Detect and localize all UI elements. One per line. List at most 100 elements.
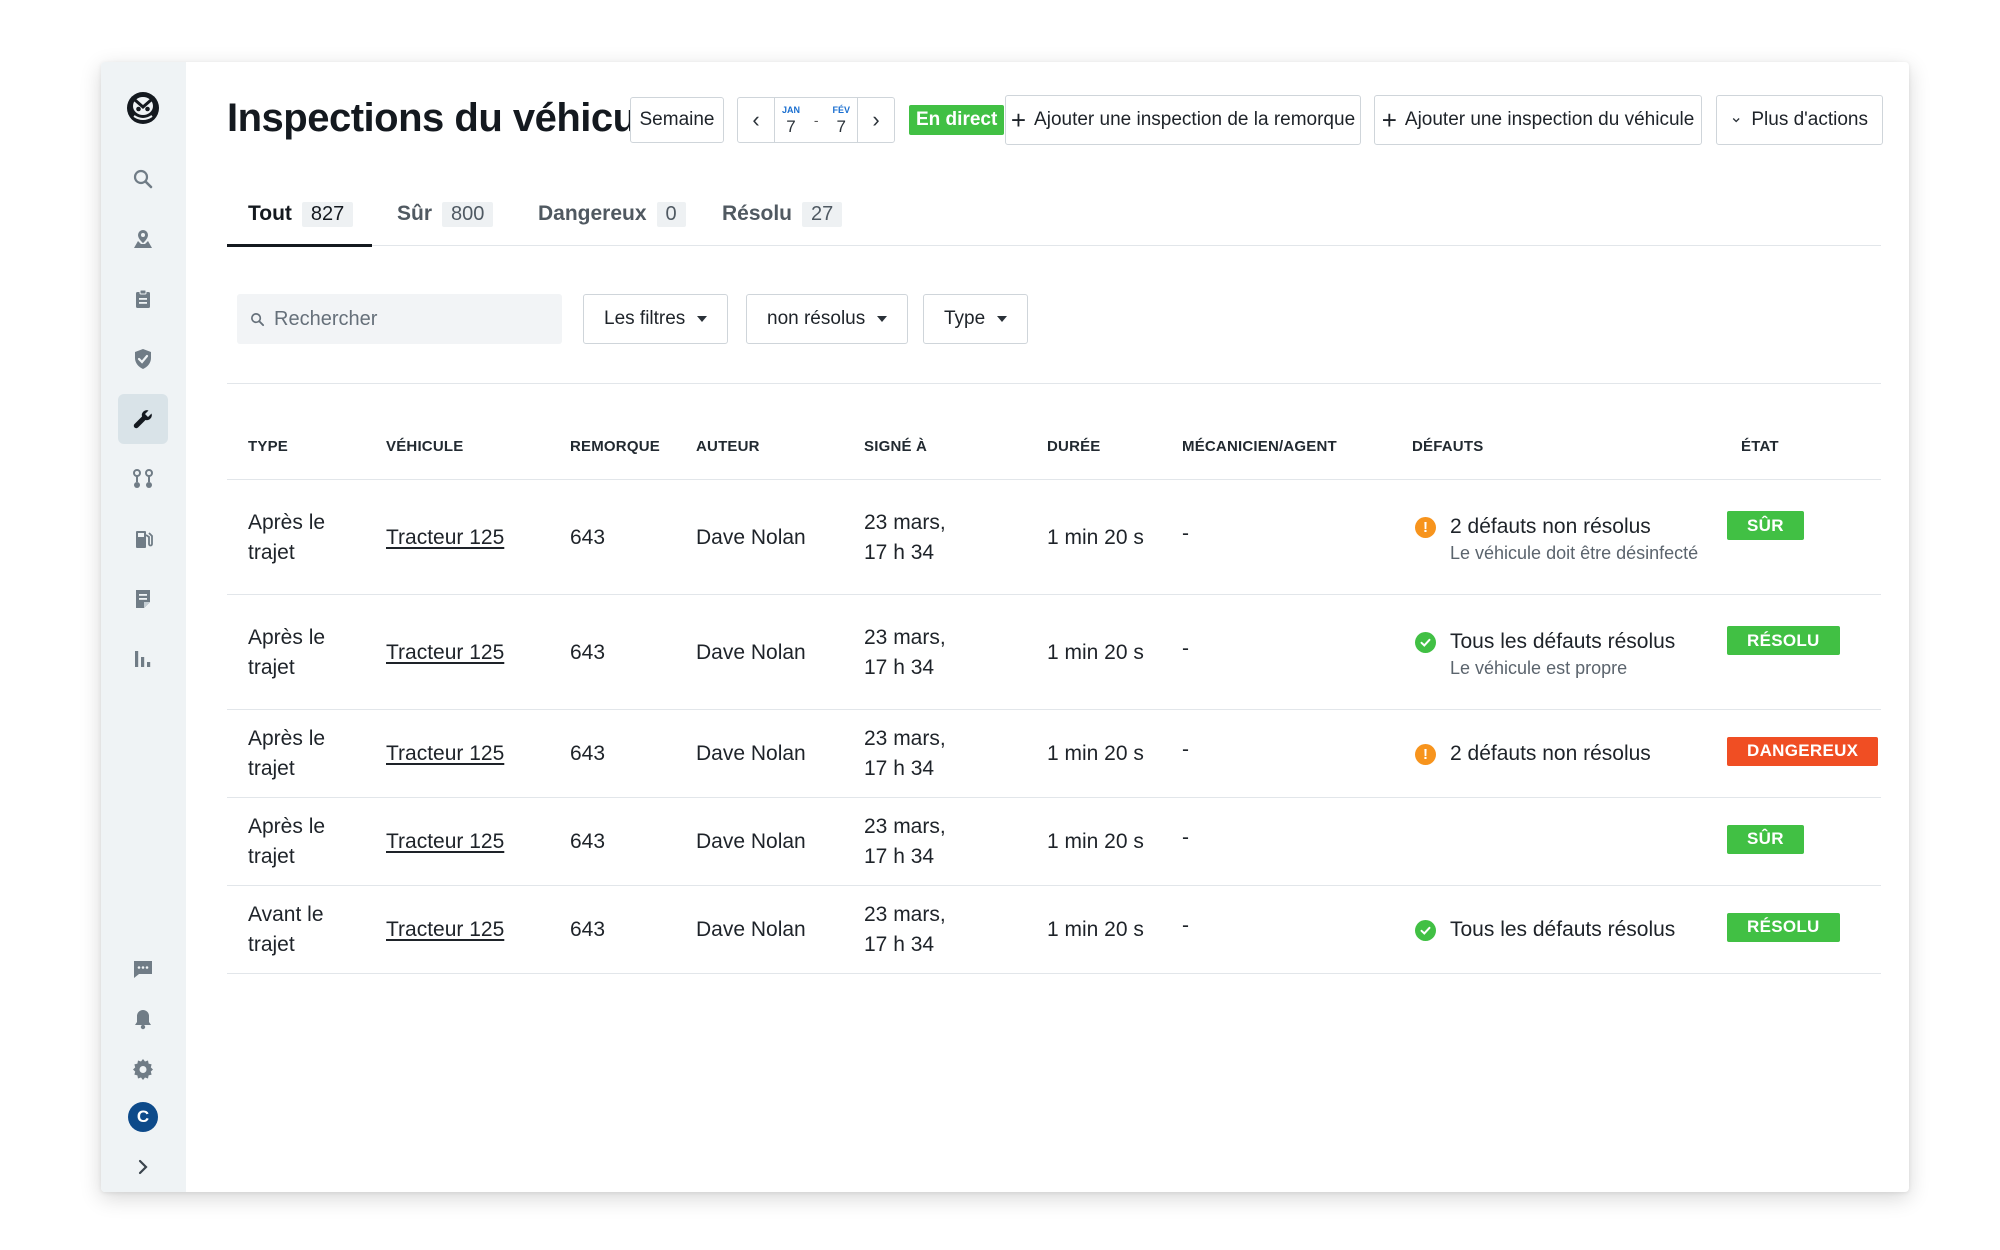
map-pin-icon[interactable] [118,214,168,264]
avatar[interactable]: C [128,1102,158,1132]
chevron-left-icon[interactable]: ‹ [738,98,775,142]
tab-all[interactable]: Tout 827 [227,196,372,247]
status-badge: RÉSOLU [1727,912,1840,942]
cell-trailer: 643 [570,918,606,941]
chat-icon[interactable] [118,944,168,994]
more-actions-button[interactable]: Plus d'actions [1716,95,1883,145]
cell-mechanic: - [1182,636,1189,660]
cell-mechanic: - [1182,738,1189,761]
cell-mechanic: - [1182,521,1189,545]
defect-summary: Tous les défauts résolus Le véhicule est… [1450,627,1675,679]
signed-line: 17 h 34 [864,540,935,564]
column-header[interactable]: SIGNÉ À [864,438,927,455]
cell-type: Après le trajet [248,812,325,872]
add-trailer-inspection-button[interactable]: + Ajouter une inspection de la remorque [1005,95,1361,145]
search-icon [251,312,265,326]
cell-author: Dave Nolan [696,918,806,941]
fuel-icon[interactable] [118,514,168,564]
vehicle-link[interactable]: Tracteur 125 [386,739,504,769]
search-input[interactable] [274,307,534,331]
table-row[interactable]: Après le trajet Tracteur 125 643 Dave Nolan… [227,480,1881,595]
column-header[interactable]: REMORQUE [570,438,660,455]
cell-trailer: 643 [570,525,606,549]
defect-note: Le véhicule doit être désinfecté [1450,542,1699,563]
defect-text: Tous les défauts résolus [1450,918,1676,941]
column-header[interactable]: AUTEUR [696,438,760,455]
type-line: Après le [248,625,326,649]
shield-check-icon[interactable] [118,334,168,384]
document-icon[interactable] [118,574,168,624]
table-row[interactable]: Après le trajet Tracteur 125 643 Dave Nolan… [227,710,1881,798]
signed-line: 17 h 34 [864,933,935,956]
wrench-icon[interactable] [118,394,168,444]
vehicle-link[interactable]: Tracteur 125 [386,827,504,857]
live-toggle[interactable]: En direct [909,105,1005,135]
clipboard-icon[interactable] [118,274,168,324]
cell-signed-at: 23 mars, 17 h 34 [864,508,946,568]
table-row[interactable]: Après le trajet Tracteur 125 643 Dave Nolan… [227,595,1881,710]
column-header[interactable]: DÉFAUTS [1412,438,1483,455]
bell-icon[interactable] [118,994,168,1044]
vehicle-link[interactable]: Tracteur 125 [386,523,504,553]
cell-type: Avant le trajet [248,900,324,960]
date-start-day: 7 [786,116,796,136]
type-line: trajet [248,757,295,780]
cell-defects: Tous les défauts résolus Le véhicule est… [1415,627,1675,679]
date-range-display[interactable]: JAN 7 - FÉV 7 [775,98,857,142]
bar-chart-icon[interactable] [118,634,168,684]
active-tab-indicator [227,244,372,247]
cell-defects: ! 2 défauts non résolus Le véhicule doit… [1415,512,1698,564]
chevron-right-icon[interactable] [118,1142,168,1192]
tab-label: Dangereux [538,202,647,225]
tab-count: 0 [656,202,686,227]
tab-count: 800 [442,202,494,227]
vehicle-link[interactable]: Tracteur 125 [386,915,504,945]
column-header[interactable]: MÉCANICIEN/AGENT [1182,438,1337,455]
defect-text: 2 défauts non résolus [1450,742,1651,765]
cell-trailer: 643 [570,830,606,853]
cell-duration: 1 min 20 s [1047,830,1144,853]
type-dropdown[interactable]: Type [923,294,1029,344]
vehicle-link[interactable]: Tracteur 125 [386,638,504,668]
status-badge: DANGEREUX [1727,736,1879,766]
table-row[interactable]: Après le trajet Tracteur 125 643 Dave Nolan… [227,798,1881,886]
inspections-table: TYPE VÉHICULE REMORQUE AUTEUR SIGNÉ À DU… [227,384,1881,974]
table-row[interactable]: Avant le trajet Tracteur 125 643 Dave Nolan… [227,886,1881,974]
cell-type: Après le trajet [248,623,325,683]
type-filter-label: Type [944,308,986,329]
app-logo-icon[interactable] [126,88,160,128]
status-tabs: Tout 827 Sûr 800 Dangereux 0 Résolu 27 [227,196,1881,247]
column-header[interactable]: VÉHICULE [386,438,463,455]
filters-dropdown[interactable]: Les filtres [583,294,729,344]
period-selector-button[interactable]: Semaine [630,97,724,143]
defect-summary: 2 défauts non résolus Le véhicule doit ê… [1450,512,1698,564]
chevron-right-icon[interactable]: › [857,98,894,142]
tab-label: Résolu [722,202,793,225]
tab-resolved[interactable]: Résolu 27 [722,196,843,246]
signed-line: 23 mars, [864,903,946,926]
cell-signed-at: 23 mars, 17 h 34 [864,623,946,683]
date-end-month: FÉV [832,104,850,115]
plus-icon: + [1010,105,1027,135]
column-header[interactable]: DURÉE [1047,438,1101,455]
status-dropdown[interactable]: non résolus [746,294,909,344]
signed-line: 23 mars, [864,625,946,649]
cell-type: Après le trajet [248,508,325,568]
tab-dangerous[interactable]: Dangereux 0 [538,196,686,246]
search-icon[interactable] [118,154,168,204]
check-circle-icon [1415,631,1436,653]
add-vehicle-inspection-button[interactable]: + Ajouter une inspection du véhicule [1374,95,1702,145]
route-icon[interactable] [118,454,168,504]
column-header[interactable]: ÉTAT [1741,438,1779,455]
tab-count: 827 [301,202,354,227]
type-line: Après le [248,727,326,750]
defect-summary: Tous les défauts résolus [1450,915,1675,945]
caret-down-icon [877,316,888,322]
tab-safe[interactable]: Sûr 800 [397,196,494,246]
gear-icon[interactable] [118,1044,168,1094]
defect-summary: 2 défauts non résolus [1450,739,1651,769]
signed-line: 17 h 34 [864,655,935,679]
plus-icon: + [1381,105,1397,135]
add-vehicle-inspection-label: Ajouter une inspection du véhicule [1404,109,1695,130]
column-header[interactable]: TYPE [248,438,288,455]
